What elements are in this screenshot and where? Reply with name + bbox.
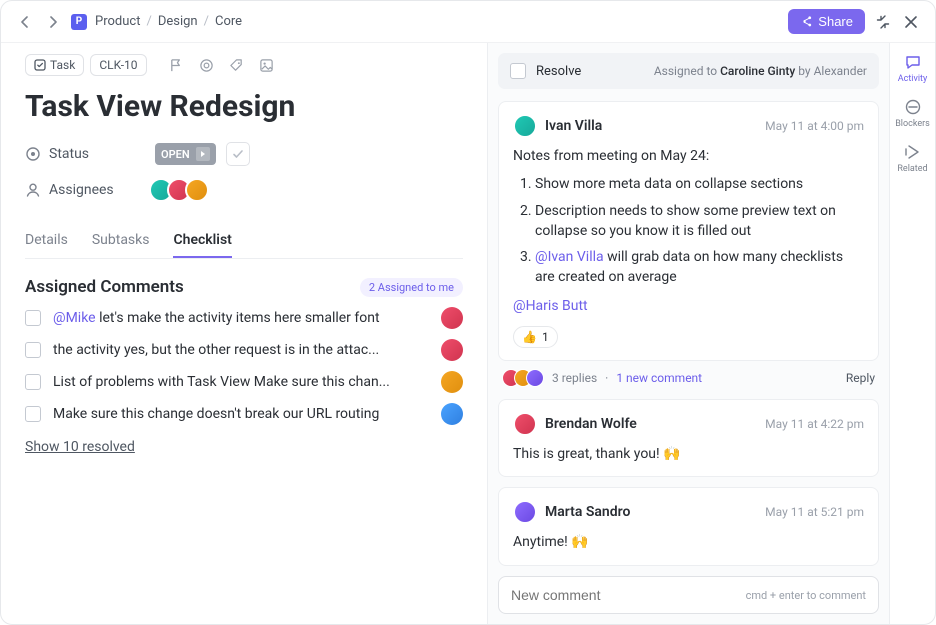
assignees-label: Assignees [49,182,114,198]
status-icon [25,146,41,162]
show-resolved-link[interactable]: Show 10 resolved [25,439,463,455]
breadcrumb[interactable]: P Product / Design / Core [71,14,242,30]
tabs: Details Subtasks Checklist [25,224,463,259]
comment-time: May 11 at 5:21 pm [765,505,864,519]
assigned-comment-row[interactable]: Make sure this change doesn't break our … [25,403,463,425]
collapse-icon[interactable] [873,12,893,32]
replies-row: 3 replies · 1 new comment Reply [498,361,879,389]
blocker-icon [904,98,922,116]
comment-author[interactable]: Ivan Villa [545,118,602,134]
nav-forward-button[interactable] [43,12,63,32]
related-icon [903,143,921,161]
task-panel: Task CLK-10 Task View Redesign Status OP… [1,43,487,624]
right-rail: Activity Blockers Related [889,43,935,624]
tab-subtasks[interactable]: Subtasks [92,224,150,258]
task-type-pill[interactable]: Task [25,54,84,76]
checkbox[interactable] [25,310,41,326]
avatar[interactable] [185,178,209,202]
rail-related[interactable]: Related [897,143,927,174]
reply-button[interactable]: Reply [846,371,875,385]
activity-panel: Resolve Assigned to Caroline Ginty by Al… [487,43,889,624]
thumbs-up-icon: 👍 [522,330,537,344]
assigned-comments-heading: Assigned Comments [25,277,184,297]
comment-body: Anytime! 🙌 [513,532,864,552]
avatar[interactable] [441,403,463,425]
task-icon [34,59,46,71]
resolve-label[interactable]: Resolve [536,64,581,79]
comment-card: Ivan Villa May 11 at 4:00 pm Notes from … [498,101,879,389]
composer-hint: cmd + enter to comment [746,589,866,602]
comment-body: Notes from meeting on May 24: Show more … [513,146,864,316]
nav-back-button[interactable] [15,12,35,32]
mention[interactable]: @Haris Butt [513,298,588,314]
assigned-comment-row[interactable]: @Mike let's make the activity items here… [25,307,463,329]
rail-activity[interactable]: Activity [898,53,927,84]
avatar[interactable] [513,500,537,524]
avatar[interactable] [441,371,463,393]
status-next-icon[interactable] [196,147,210,161]
avatar[interactable] [526,369,544,387]
crumb-core[interactable]: Core [215,14,242,29]
tab-checklist[interactable]: Checklist [173,224,231,258]
tag-icon[interactable] [225,53,249,77]
assigned-to-text: Assigned to Caroline Ginty by Alexander [654,64,867,78]
rail-blockers[interactable]: Blockers [895,98,930,129]
avatar[interactable] [441,307,463,329]
mark-complete-button[interactable] [226,142,250,166]
close-icon[interactable] [901,12,921,32]
avatar[interactable] [441,339,463,361]
comment-card: Marta Sandro May 11 at 5:21 pm Anytime! … [498,487,879,565]
comment-body: This is great, thank you! 🙌 [513,444,864,464]
new-comment-badge[interactable]: 1 new comment [616,371,702,385]
assigned-comment-row[interactable]: List of problems with Task View Make sur… [25,371,463,393]
tab-details[interactable]: Details [25,224,68,258]
comment-time: May 11 at 4:22 pm [765,417,864,431]
checkbox[interactable] [25,406,41,422]
avatar[interactable] [513,412,537,436]
assigned-comment-text: List of problems with Task View Make sur… [53,374,429,390]
assignees-avatars[interactable] [155,178,209,202]
assigned-comment-text: the activity yes, but the other request … [53,342,429,358]
comment-time: May 11 at 4:00 pm [765,119,864,133]
comment-input[interactable] [511,587,746,603]
target-icon[interactable] [195,53,219,77]
status-label: Status [49,146,89,162]
resolve-checkbox[interactable] [510,63,526,79]
assigned-comment-text: Make sure this change doesn't break our … [53,406,429,422]
chat-icon [904,53,922,71]
image-icon[interactable] [255,53,279,77]
comment-author[interactable]: Marta Sandro [545,504,630,520]
checkbox[interactable] [25,342,41,358]
crumb-product[interactable]: Product [95,14,140,29]
crumb-design[interactable]: Design [158,14,198,29]
flag-icon[interactable] [165,53,189,77]
topbar: P Product / Design / Core Share [1,1,935,43]
assigned-comment-row[interactable]: the activity yes, but the other request … [25,339,463,361]
share-icon [800,15,813,28]
project-chip: P [71,14,87,30]
comment-composer[interactable]: cmd + enter to comment [498,576,879,614]
comment-card: Brendan Wolfe May 11 at 4:22 pm This is … [498,399,879,477]
avatar[interactable] [513,114,537,138]
comment-author[interactable]: Brendan Wolfe [545,416,637,432]
task-title[interactable]: Task View Redesign [25,89,463,124]
assignees-icon [25,182,41,198]
task-id-pill[interactable]: CLK-10 [90,54,146,76]
assigned-count-badge[interactable]: 2 Assigned to me [360,278,463,297]
replies-count[interactable]: 3 replies [552,371,597,385]
status-badge[interactable]: OPEN [155,143,216,165]
resolve-bar: Resolve Assigned to Caroline Ginty by Al… [498,53,879,89]
share-button[interactable]: Share [788,9,865,34]
reaction-button[interactable]: 👍 1 [513,326,558,348]
assigned-comment-text: @Mike let's make the activity items here… [53,310,429,326]
checkbox[interactable] [25,374,41,390]
